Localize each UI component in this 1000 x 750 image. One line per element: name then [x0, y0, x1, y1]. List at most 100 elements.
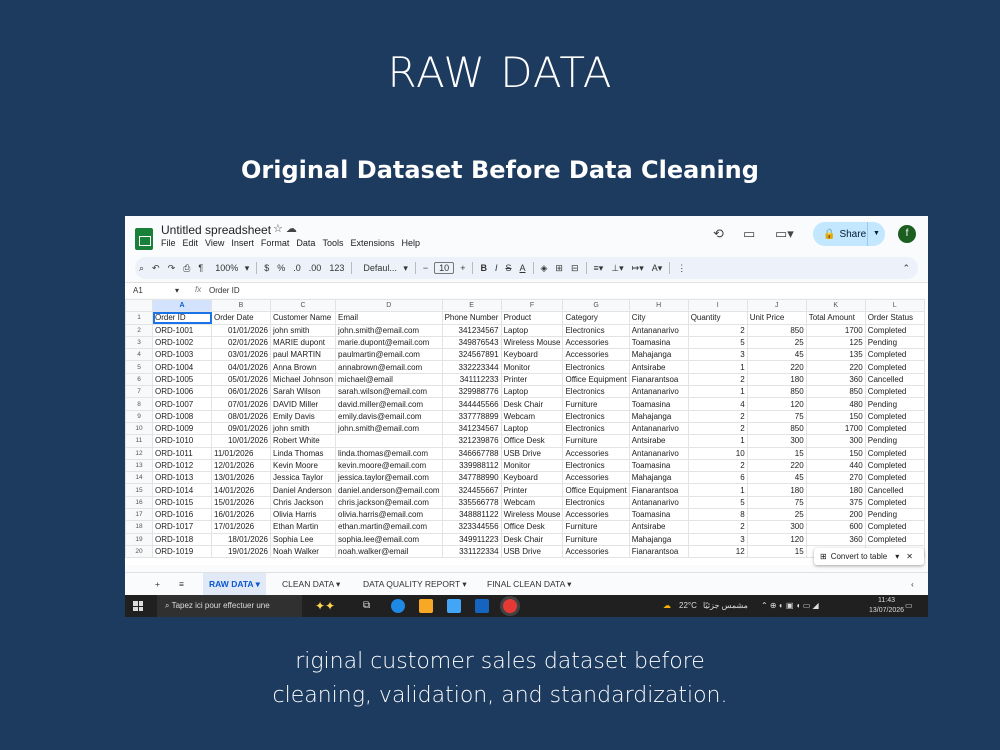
scroll-tabs-icon[interactable]: ‹	[905, 573, 920, 595]
fill-color-icon[interactable]: ◈	[537, 263, 552, 274]
cell[interactable]: Antananarivo	[628, 495, 689, 510]
menu-item-format[interactable]: Format	[261, 238, 290, 248]
cell[interactable]: 324455667	[441, 483, 502, 497]
cell[interactable]: Emily Davis	[269, 409, 337, 423]
menu-item-insert[interactable]: Insert	[231, 238, 254, 248]
cell[interactable]: jessica.taylor@email.com	[335, 471, 443, 485]
cell[interactable]: 125	[805, 335, 866, 350]
cell[interactable]: 18/01/2026	[211, 532, 271, 546]
font-size-input[interactable]: 10	[434, 262, 455, 274]
cell[interactable]: Phone Number	[441, 311, 502, 325]
cell[interactable]: kevin.moore@email.com	[335, 458, 443, 473]
cell[interactable]: 480	[805, 397, 866, 411]
cell[interactable]: 1	[687, 434, 748, 448]
cell[interactable]: 300	[805, 434, 866, 448]
font-size-increase-button[interactable]: +	[456, 263, 469, 273]
tab-clean-data[interactable]: CLEAN DATA ▾	[276, 573, 346, 595]
row-number[interactable]: 20	[125, 544, 153, 559]
cell[interactable]: ORD-1004	[152, 360, 212, 374]
cell[interactable]: 360	[805, 372, 866, 387]
cell[interactable]: Completed	[864, 532, 925, 546]
cell[interactable]: Toamasina	[628, 335, 689, 350]
cell[interactable]: Laptop	[500, 323, 564, 337]
cell[interactable]: Fianarantsoa	[628, 372, 689, 387]
cell[interactable]: Sarah Wilson	[269, 385, 337, 399]
cell[interactable]: 02/01/2026	[211, 335, 271, 350]
cell[interactable]: 06/01/2026	[211, 385, 271, 399]
cell[interactable]: Wireless Mouse	[500, 508, 564, 522]
cell[interactable]: Fianarantsoa	[628, 544, 689, 559]
cell[interactable]: ORD-1009	[152, 421, 212, 436]
search-icon[interactable]: ⌕	[135, 263, 148, 274]
paint-format-icon[interactable]: ¶	[194, 263, 207, 273]
name-box-dropdown-icon[interactable]: ▾	[175, 286, 179, 295]
cell[interactable]: Daniel Anderson	[269, 483, 337, 497]
cell[interactable]: 13/01/2026	[211, 471, 271, 485]
cell[interactable]: Chris Jackson	[269, 495, 337, 510]
cell[interactable]: Accessories	[562, 446, 630, 460]
row-number[interactable]: 8	[125, 397, 153, 411]
cell[interactable]: 341234567	[441, 323, 502, 337]
row-number[interactable]: 11	[125, 434, 153, 448]
cell[interactable]: 332223344	[441, 360, 502, 374]
cell[interactable]: Antananarivo	[628, 421, 689, 436]
cell[interactable]: 337778899	[441, 409, 502, 423]
cell[interactable]: Printer	[500, 372, 564, 387]
cell[interactable]: 344445566	[441, 397, 502, 411]
cell[interactable]: Linda Thomas	[269, 446, 337, 460]
zoom-select[interactable]: 100% ▾	[207, 263, 253, 274]
cell[interactable]: 2	[687, 520, 748, 534]
cell[interactable]: Accessories	[562, 348, 630, 362]
cell[interactable]: ORD-1016	[152, 508, 212, 522]
cell[interactable]: Furniture	[562, 434, 630, 448]
tray-icons[interactable]: ⌃ ⊕ ◐ ▣ ◖ ▭ ◢	[761, 595, 819, 617]
cell[interactable]: 75	[746, 495, 807, 510]
menu-item-edit[interactable]: Edit	[183, 238, 199, 248]
cell[interactable]: 200	[805, 508, 866, 522]
cell[interactable]: Toamasina	[628, 397, 689, 411]
menu-item-tools[interactable]: Tools	[322, 238, 343, 248]
row-number[interactable]: 17	[125, 508, 153, 522]
name-box[interactable]: A1	[133, 286, 143, 295]
cell[interactable]: Antsirabe	[628, 434, 689, 448]
text-color-icon[interactable]: A	[515, 263, 529, 273]
convert-to-table-chip[interactable]: ⊞ Convert to table ▾ ✕	[814, 548, 924, 565]
cell[interactable]: emily.davis@email.com	[335, 409, 443, 423]
menu-item-view[interactable]: View	[205, 238, 224, 248]
cell[interactable]: 1700	[805, 421, 866, 436]
cell[interactable]: 220	[746, 458, 807, 473]
cell[interactable]: Total Amount	[805, 311, 866, 325]
cell[interactable]: ORD-1008	[152, 409, 212, 423]
column-header[interactable]: H	[628, 299, 689, 313]
cell[interactable]: Antsirabe	[628, 360, 689, 374]
tab-final-clean-data[interactable]: FINAL CLEAN DATA ▾	[481, 573, 577, 595]
cell[interactable]: michael@email	[335, 372, 443, 387]
cell[interactable]: Noah Walker	[269, 544, 337, 559]
cell[interactable]: 11/01/2026	[211, 446, 271, 460]
cell[interactable]: ORD-1002	[152, 335, 212, 350]
cell[interactable]: Accessories	[562, 544, 630, 559]
cell[interactable]	[335, 434, 443, 448]
row-number[interactable]: 12	[125, 446, 153, 460]
cell[interactable]: Completed	[864, 323, 925, 337]
cell[interactable]: 75	[746, 409, 807, 423]
cell[interactable]: Robert White	[269, 434, 337, 448]
cell[interactable]: 2	[687, 458, 748, 473]
cell[interactable]: Category	[562, 311, 630, 325]
cell[interactable]: 05/01/2026	[211, 372, 271, 387]
cell[interactable]: john.smith@email.com	[335, 323, 443, 337]
store-icon[interactable]	[447, 599, 461, 613]
cell[interactable]: 349911223	[441, 532, 502, 546]
notification-icon[interactable]: ▭	[905, 595, 913, 617]
cell[interactable]: Order Date	[211, 311, 271, 325]
cell[interactable]: Electronics	[562, 458, 630, 473]
cell[interactable]: Completed	[864, 471, 925, 485]
cell[interactable]: 25	[746, 508, 807, 522]
cell[interactable]: 331122334	[441, 544, 502, 559]
cell[interactable]: 360	[805, 532, 866, 546]
share-dropdown-icon[interactable]: ▼	[867, 222, 885, 246]
number-format-button[interactable]: 123	[325, 263, 348, 273]
cell[interactable]: USB Drive	[500, 446, 564, 460]
mail-icon[interactable]	[475, 599, 489, 613]
cell[interactable]: ORD-1005	[152, 372, 212, 387]
